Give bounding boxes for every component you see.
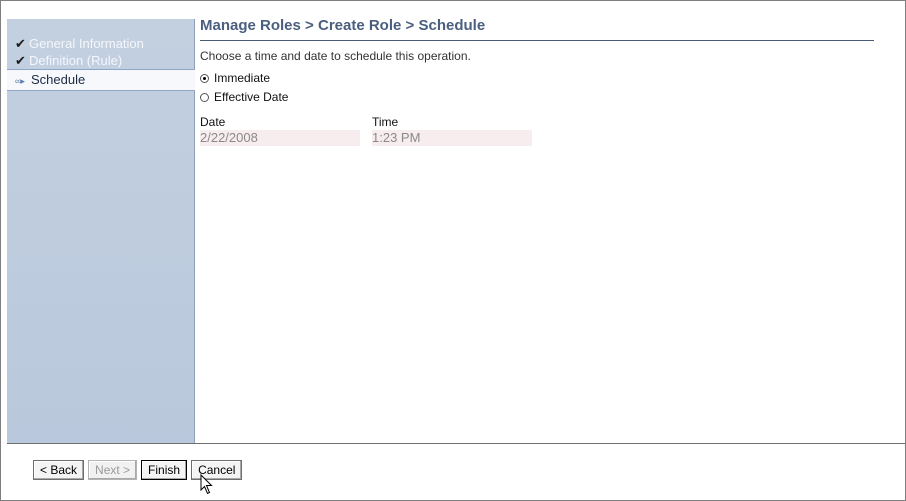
date-time-fields: Date 2/22/2008 Time 1:23 PM [200, 115, 900, 146]
next-button[interactable]: Next > [88, 460, 138, 480]
radio-button-immediate[interactable] [200, 73, 209, 83]
wizard-steps-panel: ✔ General Information ✔ Definition (Rule) … [7, 19, 195, 443]
instructions-text: Choose a time and date to schedule this … [200, 49, 471, 63]
date-input[interactable]: 2/22/2008 [200, 130, 360, 146]
schedule-content: Manage Roles > Create Role > Schedule Ch… [200, 16, 900, 146]
step-label: Definition (Rule) [29, 53, 123, 68]
page-title: Manage Roles > Create Role > Schedule [200, 16, 874, 41]
breadcrumb-create-role[interactable]: Create Role [318, 17, 401, 34]
time-label: Time [372, 115, 399, 129]
cancel-button[interactable]: Cancel [191, 460, 243, 480]
date-field-group: Date 2/22/2008 [200, 115, 372, 146]
checkmark-icon: ✔ [15, 36, 26, 51]
step-label: General Information [29, 36, 144, 51]
button-bar-divider [7, 443, 905, 444]
radio-label-immediate[interactable]: Immediate [214, 71, 270, 85]
step-general-information[interactable]: ✔ General Information [7, 35, 194, 52]
wizard-window: ✔ General Information ✔ Definition (Rule) … [0, 0, 906, 501]
breadcrumb-separator: > [300, 17, 318, 34]
date-label: Date [200, 115, 226, 129]
radio-effective-date[interactable]: Effective Date [200, 89, 900, 105]
radio-button-effective-date[interactable] [200, 92, 209, 102]
step-schedule[interactable]: ∞▸ Schedule [7, 69, 195, 91]
finish-button[interactable]: Finish [141, 460, 188, 480]
breadcrumb-current-schedule: Schedule [418, 17, 486, 34]
radio-label-effective-date[interactable]: Effective Date [214, 90, 288, 104]
breadcrumb-manage-roles[interactable]: Manage Roles [200, 17, 301, 34]
step-label: Schedule [31, 72, 86, 87]
breadcrumb-separator: > [401, 17, 419, 34]
back-button[interactable]: < Back [33, 460, 85, 480]
radio-immediate[interactable]: Immediate [200, 70, 900, 86]
time-input[interactable]: 1:23 PM [372, 130, 532, 146]
step-definition-rule[interactable]: ✔ Definition (Rule) [7, 52, 194, 69]
mouse-pointer-icon [200, 474, 213, 495]
checkmark-icon: ✔ [15, 53, 26, 68]
current-step-arrow-icon: ∞▸ [15, 76, 25, 86]
time-field-group: Time 1:23 PM [372, 115, 544, 146]
